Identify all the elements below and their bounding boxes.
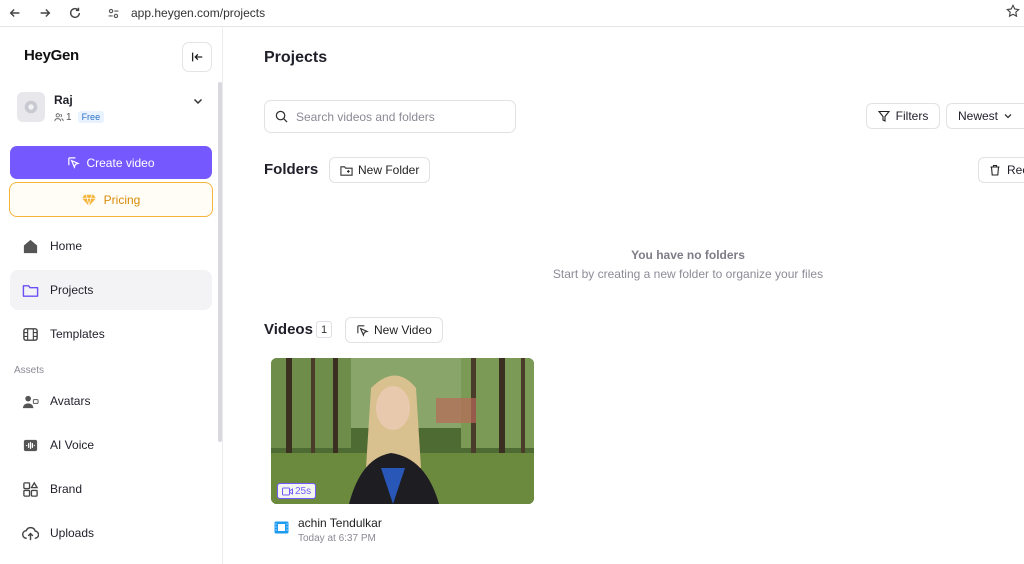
create-video-icon (68, 157, 81, 169)
sidebar-item-avatars[interactable]: Avatars (10, 381, 212, 421)
duration-text: 25s (295, 485, 312, 497)
sort-dropdown[interactable]: Newest (946, 103, 1024, 129)
diamond-icon (81, 194, 96, 206)
avatar-icon (22, 395, 39, 408)
sidebar: HeyGen Raj 1 Free Create video Pricing H… (0, 27, 223, 564)
url-text: app.heygen.com/projects (131, 6, 266, 20)
account-switcher[interactable]: Raj 1 Free (17, 92, 207, 128)
new-folder-button[interactable]: New Folder (329, 157, 431, 183)
assets-section-label: Assets (14, 365, 45, 376)
pricing-label: Pricing (103, 192, 141, 207)
collapse-icon (191, 52, 203, 62)
users-icon (54, 113, 64, 122)
sidebar-item-label: Uploads (50, 526, 95, 540)
collapse-sidebar-button[interactable] (182, 42, 212, 72)
sidebar-item-label: Brand (50, 482, 83, 496)
browser-toolbar: app.heygen.com/projects (0, 0, 1024, 27)
sidebar-item-label: Avatars (50, 394, 91, 408)
templates-icon (23, 327, 38, 341)
upload-icon (22, 526, 39, 540)
sidebar-item-label: Home (50, 239, 83, 253)
sidebar-item-projects[interactable]: Projects (10, 270, 212, 310)
avatar (17, 92, 45, 122)
video-timestamp: Today at 6:37 PM (298, 533, 376, 544)
folder-icon (22, 284, 39, 297)
sidebar-scrollbar[interactable] (218, 82, 222, 442)
create-video-label: Create video (86, 155, 155, 170)
reload-icon[interactable] (60, 0, 90, 27)
sidebar-item-label: Templates (50, 327, 105, 341)
filters-button[interactable]: Filters (866, 103, 940, 129)
site-settings-icon[interactable] (103, 3, 123, 23)
sidebar-item-ai-voice[interactable]: AI Voice (10, 425, 212, 465)
empty-folders-title: You have no folders (631, 248, 745, 262)
film-icon (274, 521, 289, 534)
create-video-button[interactable]: Create video (10, 146, 212, 179)
sidebar-item-home[interactable]: Home (10, 226, 212, 266)
sidebar-item-uploads[interactable]: Uploads (10, 513, 212, 553)
search-box[interactable] (264, 100, 516, 133)
page-title: Projects (264, 49, 328, 66)
empty-folders-subtitle: Start by creating a new folder to organi… (552, 267, 824, 281)
bookmark-star-icon[interactable] (1006, 4, 1020, 18)
recently-deleted-label: Recently Deleted (1007, 163, 1024, 177)
account-meta: 1 Free (54, 111, 105, 123)
sidebar-item-label: Projects (50, 283, 94, 297)
video-title[interactable]: achin Tendulkar (298, 516, 382, 530)
member-count: 1 (66, 111, 72, 123)
sidebar-item-brand[interactable]: Brand (10, 469, 212, 509)
voice-icon (23, 439, 38, 451)
videos-title: Videos (264, 321, 313, 338)
video-camera-icon (282, 487, 293, 495)
sidebar-item-templates[interactable]: Templates (10, 314, 212, 354)
recently-deleted-button[interactable]: Recently Deleted (978, 157, 1024, 183)
folder-plus-icon (340, 165, 353, 176)
address-bar[interactable]: app.heygen.com/projects (103, 2, 1024, 24)
chevron-down-icon[interactable] (192, 95, 204, 107)
duration-badge: 25s (277, 483, 317, 499)
forward-icon[interactable] (30, 0, 60, 27)
chevron-down-icon (1004, 114, 1012, 119)
videos-count-badge: 1 (316, 321, 332, 338)
trash-icon (990, 164, 1000, 176)
heygen-logo[interactable]: HeyGen (24, 47, 79, 64)
main-content: Projects Filters Newest Folders New Fold… (224, 27, 1024, 564)
search-input[interactable] (296, 109, 496, 124)
home-icon (23, 239, 38, 253)
video-card[interactable]: 25s achin Tendulkar Today at 6:37 PM (271, 358, 534, 548)
brand-icon (23, 481, 39, 497)
account-name: Raj (54, 93, 73, 107)
filters-label: Filters (895, 109, 929, 123)
folders-title: Folders (264, 161, 319, 178)
back-icon[interactable] (0, 0, 30, 27)
create-video-icon (357, 324, 369, 337)
filter-icon (877, 110, 890, 122)
pricing-button[interactable]: Pricing (9, 182, 213, 217)
new-folder-label: New Folder (358, 163, 420, 177)
sort-label: Newest (958, 109, 999, 123)
search-icon (275, 110, 288, 123)
new-video-button[interactable]: New Video (345, 317, 443, 343)
new-video-label: New Video (374, 323, 432, 337)
sidebar-item-label: AI Voice (50, 438, 95, 452)
plan-badge: Free (77, 111, 105, 123)
